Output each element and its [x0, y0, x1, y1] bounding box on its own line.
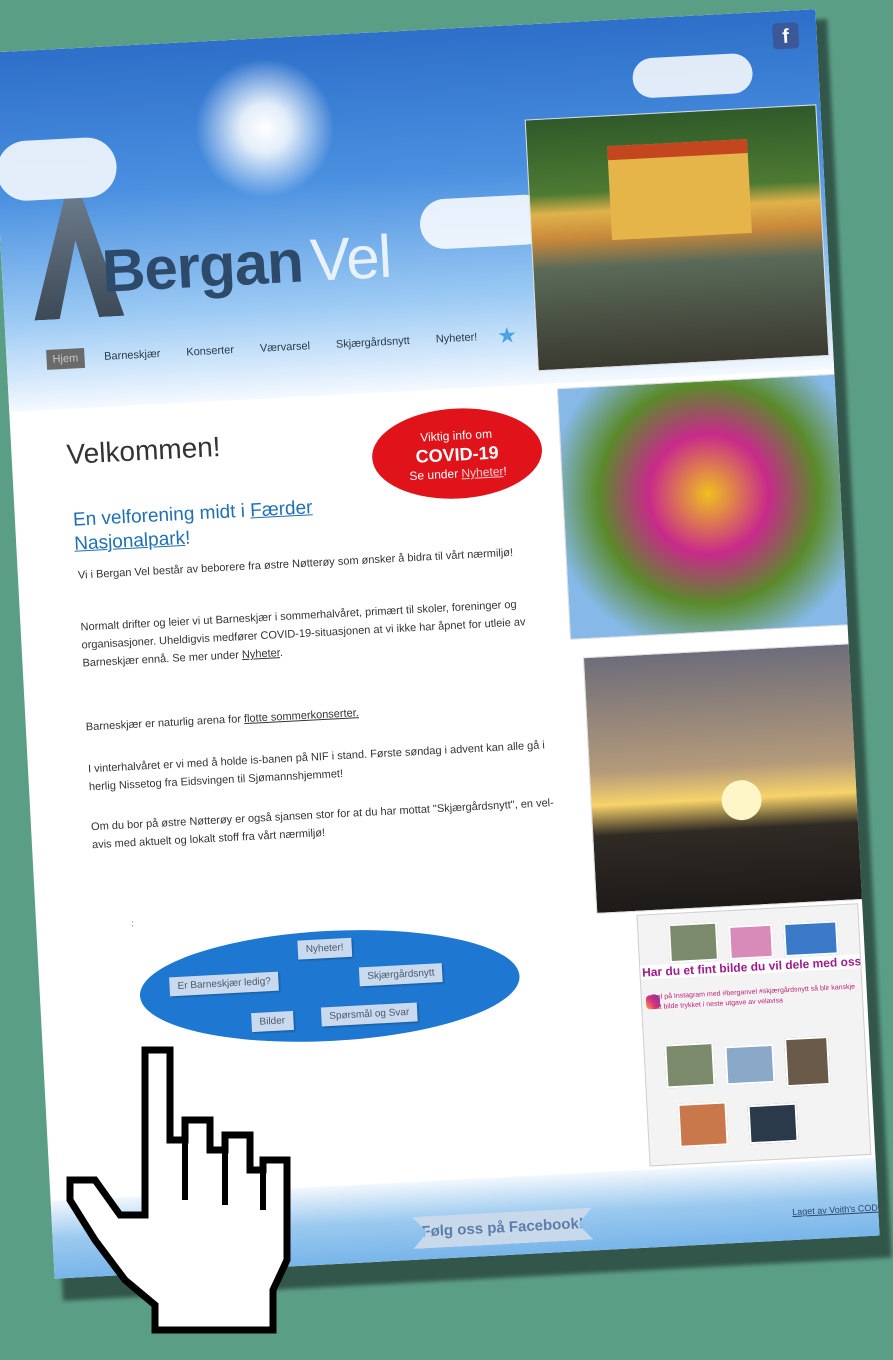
photo-sunset — [582, 641, 880, 914]
nav-item-hjem[interactable]: Hjem — [46, 347, 85, 370]
house-graphic — [607, 138, 752, 241]
instagram-card[interactable]: Har du et fint bilde du vil dele med oss… — [636, 903, 872, 1167]
thumbnail — [783, 920, 839, 958]
logo-main-text: Bergan — [100, 227, 305, 305]
covid-line-3-suffix: ! — [503, 464, 508, 479]
sun-graphic — [720, 779, 763, 822]
rental-paragraph: Normalt drifter og leier vi ut Barneskjæ… — [80, 593, 562, 672]
logo-accent-text: Vel — [308, 222, 393, 294]
hand-pointer-icon — [66, 1046, 291, 1334]
winter-paragraph: I vinterhalvåret er vi med å holde is-ba… — [87, 739, 546, 794]
facebook-icon[interactable]: f — [771, 22, 800, 50]
covid-info-badge[interactable]: Viktig info om COVID-19 Se under Nyheter… — [369, 404, 545, 503]
star-icon: ★ — [496, 322, 518, 349]
concert-paragraph: Barneskjær er naturlig arena for flotte … — [85, 693, 565, 736]
nav-item-skjaergardsnytt[interactable]: Skjærgårdsnytt — [329, 331, 416, 355]
quick-link-faq[interactable]: Spørsmål og Svar — [320, 1002, 418, 1027]
photo-flowers — [556, 372, 862, 640]
main-nav: Hjem Barneskjær Konserter Værvarsel Skjæ… — [46, 322, 518, 370]
nav-item-nyheter[interactable]: Nyheter! — [429, 327, 484, 350]
subtitle-prefix: En velforening midt i — [72, 500, 251, 531]
instagram-text: Del på Instagram med #berganvel #skjærgå… — [651, 983, 856, 1012]
cloud-graphic — [0, 136, 119, 203]
quick-link-nyheter[interactable]: Nyheter! — [297, 937, 353, 960]
covid-news-link[interactable]: Nyheter — [461, 464, 504, 480]
cloud-graphic — [631, 52, 754, 99]
stray-text: : — [130, 918, 134, 929]
sun-graphic — [191, 54, 339, 202]
nav-item-vaervarsel[interactable]: Værvarsel — [253, 336, 316, 359]
page-subtitle: En velforening midt i Færder Nasjonalpar… — [72, 493, 374, 557]
subtitle-suffix: ! — [184, 527, 191, 549]
photo-concert — [524, 104, 830, 372]
thumbnail — [747, 1102, 799, 1145]
concert-text: Barneskjær er naturlig arena for — [85, 713, 245, 734]
thumbnail — [784, 1035, 831, 1088]
quick-link-bilder[interactable]: Bilder — [251, 1010, 294, 1033]
quick-link-skjaergardsnytt[interactable]: Skjærgårdsnytt — [358, 963, 443, 987]
quick-link-barneskjaer-ledig[interactable]: Er Barneskjær ledig? — [169, 971, 280, 997]
thumbnail — [664, 1041, 716, 1089]
thumbnail — [667, 921, 719, 964]
thumbnail — [728, 923, 774, 960]
covid-line-3-prefix: Se under — [409, 466, 462, 484]
newsletter-paragraph: Om du bor på østre Nøtterøy er også sjan… — [90, 797, 555, 852]
rental-text: Normalt drifter og leier vi ut Barneskjæ… — [80, 598, 526, 670]
nav-item-barneskjaer[interactable]: Barneskjær — [98, 344, 167, 368]
nav-item-konserter[interactable]: Konserter — [180, 340, 241, 363]
thumbnail — [677, 1101, 729, 1148]
rental-end: . — [279, 646, 284, 660]
thumbnail — [724, 1043, 776, 1086]
concerts-link[interactable]: flotte sommerkonserter. — [244, 707, 359, 725]
page-title: Velkommen! — [65, 430, 222, 471]
logo-text: BerganVel — [100, 222, 392, 306]
news-link[interactable]: Nyheter — [242, 647, 280, 661]
